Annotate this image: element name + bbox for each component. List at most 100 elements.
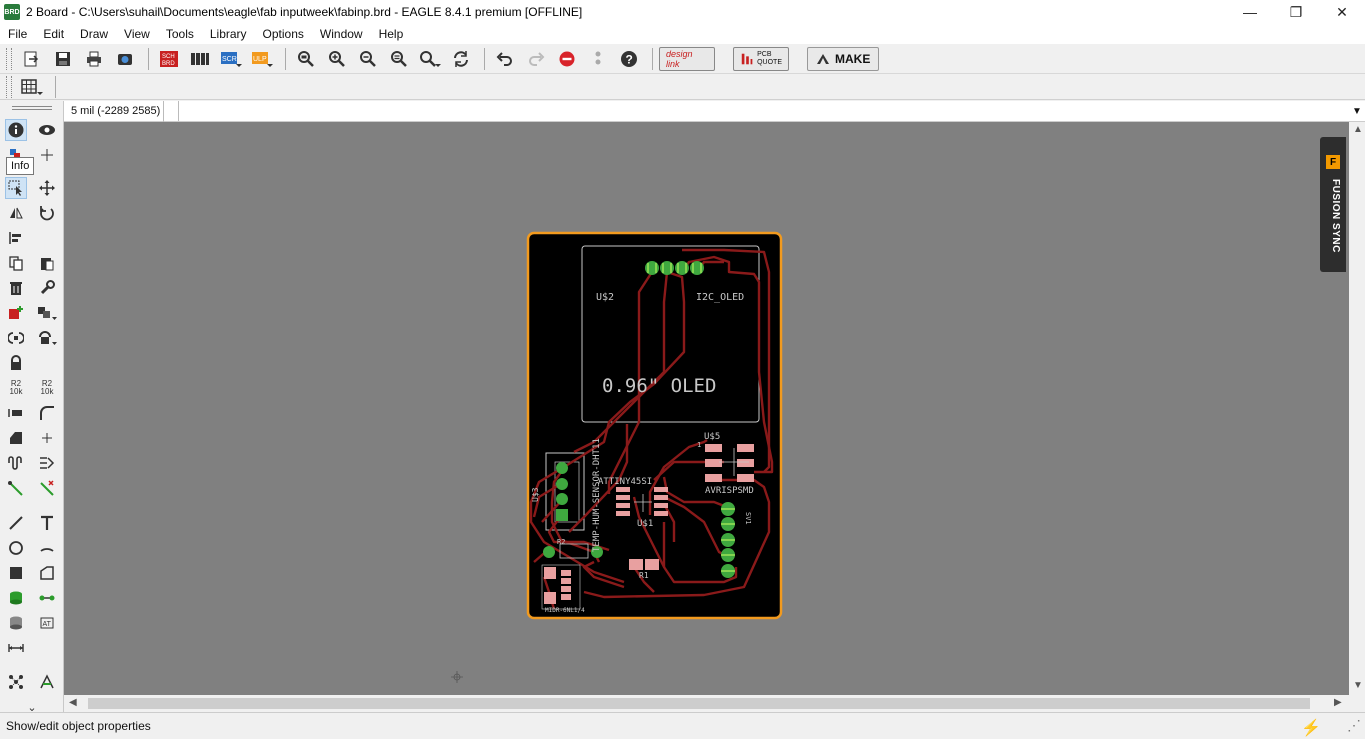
- zoom-previous-icon[interactable]: [385, 46, 413, 72]
- replace-icon[interactable]: [36, 302, 58, 324]
- zoom-select-icon[interactable]: [416, 46, 444, 72]
- undo-icon[interactable]: [491, 46, 519, 72]
- attribute-icon[interactable]: AT: [36, 612, 58, 634]
- mirror-icon[interactable]: [5, 202, 27, 224]
- r1-pad-left: [629, 559, 643, 570]
- polygon-icon[interactable]: [36, 562, 58, 584]
- meander-icon[interactable]: [5, 452, 27, 474]
- swap-icon[interactable]: [5, 327, 27, 349]
- add-part-icon[interactable]: [5, 302, 27, 324]
- ratsnest-icon[interactable]: [5, 671, 27, 693]
- scroll-down-arrow[interactable]: ▼: [1353, 680, 1363, 691]
- menu-tools[interactable]: Tools: [158, 27, 202, 41]
- move-icon[interactable]: [36, 177, 58, 199]
- delete-icon[interactable]: [5, 277, 27, 299]
- circle-icon[interactable]: [5, 537, 27, 559]
- status-text: Show/edit object properties: [6, 719, 151, 733]
- print-icon[interactable]: [80, 46, 108, 72]
- horizontal-scrollbar[interactable]: ◀ ▶: [64, 695, 1349, 712]
- go-icon[interactable]: [584, 46, 612, 72]
- grid-icon[interactable]: [18, 74, 46, 100]
- script-icon[interactable]: SCR: [217, 46, 245, 72]
- dimension-icon[interactable]: [5, 637, 27, 659]
- rectangle-icon[interactable]: [5, 562, 27, 584]
- menu-library[interactable]: Library: [202, 27, 255, 41]
- make-button[interactable]: MAKE: [807, 46, 880, 71]
- show-icon[interactable]: [36, 119, 58, 141]
- save-icon[interactable]: [49, 46, 77, 72]
- pcb-quote-button[interactable]: PCB QUOTE: [733, 46, 789, 71]
- board-canvas[interactable]: U$2 I2C_OLED 0.96" OLED U$5 1 ATTINY45SI…: [64, 122, 1349, 695]
- hole-icon[interactable]: [5, 612, 27, 634]
- smash-icon[interactable]: [5, 402, 27, 424]
- lock-icon[interactable]: [36, 327, 58, 349]
- lightning-icon[interactable]: ⚡: [1301, 718, 1321, 738]
- stop-icon[interactable]: [553, 46, 581, 72]
- autorouter-icon[interactable]: [36, 671, 58, 693]
- miter-icon[interactable]: [36, 402, 58, 424]
- minimize-button[interactable]: —: [1227, 0, 1273, 24]
- command-toolbar-grip[interactable]: [12, 106, 52, 110]
- help-icon[interactable]: ?: [615, 46, 643, 72]
- rotate-icon[interactable]: [36, 202, 58, 224]
- line-icon[interactable]: [5, 512, 27, 534]
- command-history-dropdown[interactable]: ▼: [1349, 106, 1365, 117]
- resize-grip-icon[interactable]: ⋰: [1347, 717, 1361, 734]
- align-icon[interactable]: [5, 227, 27, 249]
- name-icon[interactable]: R2 10k: [5, 377, 27, 399]
- mark-icon[interactable]: [36, 144, 58, 166]
- svg-text:AT: AT: [43, 621, 52, 628]
- design-link-button[interactable]: design link: [659, 46, 715, 71]
- menu-window[interactable]: Window: [312, 27, 371, 41]
- library-icon[interactable]: [186, 46, 214, 72]
- menu-edit[interactable]: Edit: [35, 27, 72, 41]
- schematic-switch-icon[interactable]: SCH BRD: [155, 46, 183, 72]
- zoom-in-icon[interactable]: [323, 46, 351, 72]
- label-sv1: SV1: [744, 512, 752, 525]
- menu-file[interactable]: File: [0, 27, 35, 41]
- signal-icon[interactable]: [36, 587, 58, 609]
- horizontal-scroll-thumb[interactable]: [88, 698, 1310, 709]
- ulp-icon[interactable]: ULP: [248, 46, 276, 72]
- vertical-scrollbar[interactable]: ▲ ▼: [1349, 122, 1365, 695]
- route-icon[interactable]: [5, 477, 27, 499]
- text-icon[interactable]: [36, 512, 58, 534]
- menu-draw[interactable]: Draw: [72, 27, 116, 41]
- close-button[interactable]: ✕: [1319, 0, 1365, 24]
- menu-options[interactable]: Options: [255, 27, 312, 41]
- scroll-left-arrow[interactable]: ◀: [69, 697, 77, 708]
- window-title: 2 Board - C:\Users\suhail\Documents\eagl…: [26, 5, 583, 19]
- ripup-icon[interactable]: [36, 477, 58, 499]
- open-icon[interactable]: [18, 46, 46, 72]
- menu-help[interactable]: Help: [371, 27, 412, 41]
- zoom-fit-icon[interactable]: [292, 46, 320, 72]
- copy-icon[interactable]: [5, 252, 27, 274]
- group-icon[interactable]: [5, 177, 27, 199]
- fusion-sync-label: FUSION SYNC: [1330, 179, 1341, 253]
- via-icon[interactable]: [5, 587, 27, 609]
- scroll-up-arrow[interactable]: ▲: [1353, 124, 1363, 135]
- maximize-button[interactable]: ❐: [1273, 0, 1319, 24]
- route-multiple-icon[interactable]: [36, 452, 58, 474]
- toolbar-grip[interactable]: [6, 47, 12, 70]
- arc-icon[interactable]: [36, 537, 58, 559]
- optimize-icon[interactable]: [36, 427, 58, 449]
- menu-bar: File Edit Draw View Tools Library Option…: [0, 24, 1365, 44]
- split-icon[interactable]: [5, 427, 27, 449]
- change-icon[interactable]: [36, 277, 58, 299]
- paste-icon[interactable]: [36, 252, 58, 274]
- padlock-icon[interactable]: [5, 352, 27, 374]
- fusion-sync-panel[interactable]: F FUSION SYNC: [1320, 137, 1346, 272]
- command-line-input[interactable]: [178, 101, 1349, 121]
- value-icon[interactable]: R2 10k: [36, 377, 58, 399]
- menu-view[interactable]: View: [116, 27, 158, 41]
- autodesk-icon: [817, 53, 829, 64]
- toolbar2-grip[interactable]: [6, 75, 12, 98]
- scroll-right-arrow[interactable]: ▶: [1334, 697, 1342, 708]
- info-icon[interactable]: [5, 119, 27, 141]
- redo-icon[interactable]: [522, 46, 550, 72]
- zoom-out-icon[interactable]: [354, 46, 382, 72]
- cam-processor-icon[interactable]: [111, 46, 139, 72]
- coordinate-bar: 5 mil (-2289 2585) ▼: [64, 100, 1365, 122]
- redraw-icon[interactable]: [447, 46, 475, 72]
